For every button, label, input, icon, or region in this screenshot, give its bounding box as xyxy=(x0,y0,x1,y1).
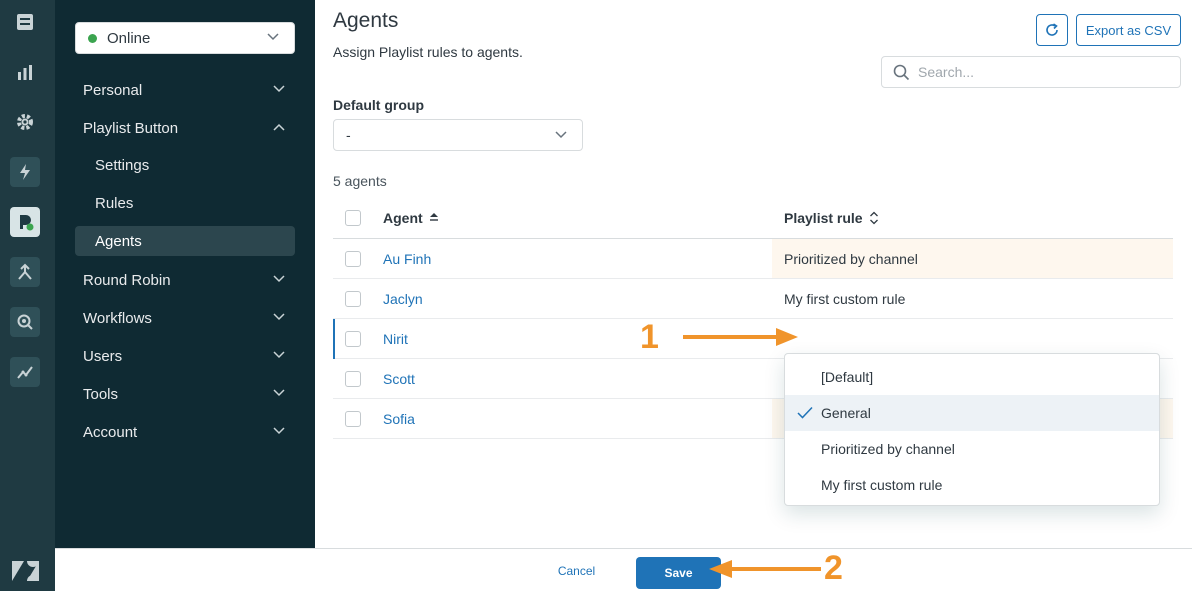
default-group-label: Default group xyxy=(333,97,424,113)
search-placeholder: Search... xyxy=(918,64,975,80)
sidebar-item-round-robin[interactable]: Round Robin xyxy=(75,265,295,295)
sidebar-item-label: Personal xyxy=(83,81,143,99)
playlist-rule-cell[interactable]: My first custom rule xyxy=(772,279,1173,318)
sidebar-item-label: Users xyxy=(83,347,123,365)
lightning-icon[interactable] xyxy=(10,157,40,187)
gear-icon[interactable] xyxy=(10,107,40,137)
row-checkbox[interactable] xyxy=(345,291,361,307)
select-all-checkbox[interactable] xyxy=(345,210,361,226)
column-header-agent[interactable]: Agent xyxy=(383,210,439,226)
search-icon xyxy=(893,64,910,81)
dropdown-option[interactable]: My first custom rule xyxy=(785,467,1159,503)
chevron-down-icon xyxy=(273,389,285,397)
cancel-button[interactable]: Cancel xyxy=(535,564,618,578)
icon-rail xyxy=(0,0,55,591)
sidebar-item-playlist-button[interactable]: Playlist Button xyxy=(75,113,295,143)
refresh-icon xyxy=(1046,23,1058,36)
sidebar-item-label: Agents xyxy=(95,232,142,250)
dropdown-option[interactable]: Prioritized by channel xyxy=(785,431,1159,467)
sort-icon xyxy=(869,211,878,225)
status-label: Online xyxy=(107,29,151,47)
sidebar-item-label: Settings xyxy=(95,156,150,174)
dropdown-option[interactable]: [Default] xyxy=(785,359,1159,395)
main-content: Agents Assign Playlist rules to agents. … xyxy=(315,0,1192,548)
row-checkbox[interactable] xyxy=(345,411,361,427)
page-subtitle: Assign Playlist rules to agents. xyxy=(333,44,523,60)
inbox-icon[interactable] xyxy=(10,7,40,37)
annotation-arrow-left-icon xyxy=(709,560,821,578)
routing-icon[interactable] xyxy=(10,257,40,287)
chevron-down-icon xyxy=(273,85,285,93)
footer-bar: Cancel Save xyxy=(55,548,1192,591)
page-title: Agents xyxy=(333,9,399,32)
sidebar-item-account[interactable]: Account xyxy=(75,417,295,447)
agent-name-link[interactable]: Au Finh xyxy=(383,251,431,267)
sort-ascending-icon xyxy=(429,213,438,221)
sidebar-item-label: Playlist Button xyxy=(83,119,179,137)
sidebar-item-workflows[interactable]: Workflows xyxy=(75,303,295,333)
online-status-dot xyxy=(88,33,97,43)
sidebar-item-users[interactable]: Users xyxy=(75,341,295,371)
trend-icon[interactable] xyxy=(10,357,40,387)
sidebar-nav: Online Personal Playlist Button Settings… xyxy=(55,0,315,548)
chevron-down-icon xyxy=(273,427,285,435)
row-checkbox[interactable] xyxy=(345,331,361,347)
zendesk-logo-icon xyxy=(12,561,39,586)
annotation-arrow-right-icon xyxy=(683,328,798,346)
sidebar-item-tools[interactable]: Tools xyxy=(75,379,295,409)
playlist-app-icon[interactable] xyxy=(10,207,40,237)
chevron-down-icon xyxy=(273,351,285,359)
chevron-up-icon xyxy=(273,123,285,131)
chevron-down-icon xyxy=(555,131,567,139)
sidebar-item-settings[interactable]: Settings xyxy=(75,150,295,180)
table-row: Au Finh Prioritized by channel xyxy=(333,239,1173,279)
sidebar-item-label: Tools xyxy=(83,385,119,403)
default-group-select[interactable]: - xyxy=(333,119,583,151)
chevron-down-icon xyxy=(267,33,279,41)
sidebar-item-label: Account xyxy=(83,423,138,441)
status-dropdown[interactable]: Online xyxy=(75,22,295,54)
playlist-rule-cell[interactable]: Prioritized by channel xyxy=(772,239,1173,278)
playlist-rule-dropdown-menu: [Default] General Prioritized by channel… xyxy=(784,353,1160,506)
row-checkbox[interactable] xyxy=(345,251,361,267)
agent-count: 5 agents xyxy=(333,173,387,189)
sidebar-item-label: Round Robin xyxy=(83,271,171,289)
agent-name-link[interactable]: Scott xyxy=(383,371,415,387)
export-csv-button[interactable]: Export as CSV xyxy=(1076,14,1181,46)
agent-name-link[interactable]: Nirit xyxy=(383,331,408,347)
sidebar-item-label: Rules xyxy=(95,194,134,212)
search-zoom-icon[interactable] xyxy=(10,307,40,337)
annotation-number-2: 2 xyxy=(824,549,843,587)
annotation-number-1: 1 xyxy=(640,318,659,356)
sidebar-item-rules[interactable]: Rules xyxy=(75,188,295,218)
table-header: Agent Playlist rule xyxy=(333,198,1173,239)
bar-chart-icon[interactable] xyxy=(10,57,40,87)
sidebar-item-personal[interactable]: Personal xyxy=(75,75,295,105)
sidebar-item-label: Workflows xyxy=(83,309,152,327)
column-header-playlist-rule[interactable]: Playlist rule xyxy=(784,210,879,226)
sidebar-item-agents[interactable]: Agents xyxy=(75,226,295,256)
agent-name-link[interactable]: Sofia xyxy=(383,411,415,427)
agent-name-link[interactable]: Jaclyn xyxy=(383,291,423,307)
table-row: Jaclyn My first custom rule xyxy=(333,279,1173,319)
dropdown-option-selected[interactable]: General xyxy=(785,395,1159,431)
chevron-down-icon xyxy=(273,313,285,321)
row-checkbox[interactable] xyxy=(345,371,361,387)
default-group-value: - xyxy=(346,127,351,143)
search-input[interactable]: Search... xyxy=(881,56,1181,88)
checkmark-icon xyxy=(797,406,813,419)
refresh-button[interactable] xyxy=(1036,14,1068,46)
chevron-down-icon xyxy=(273,275,285,283)
